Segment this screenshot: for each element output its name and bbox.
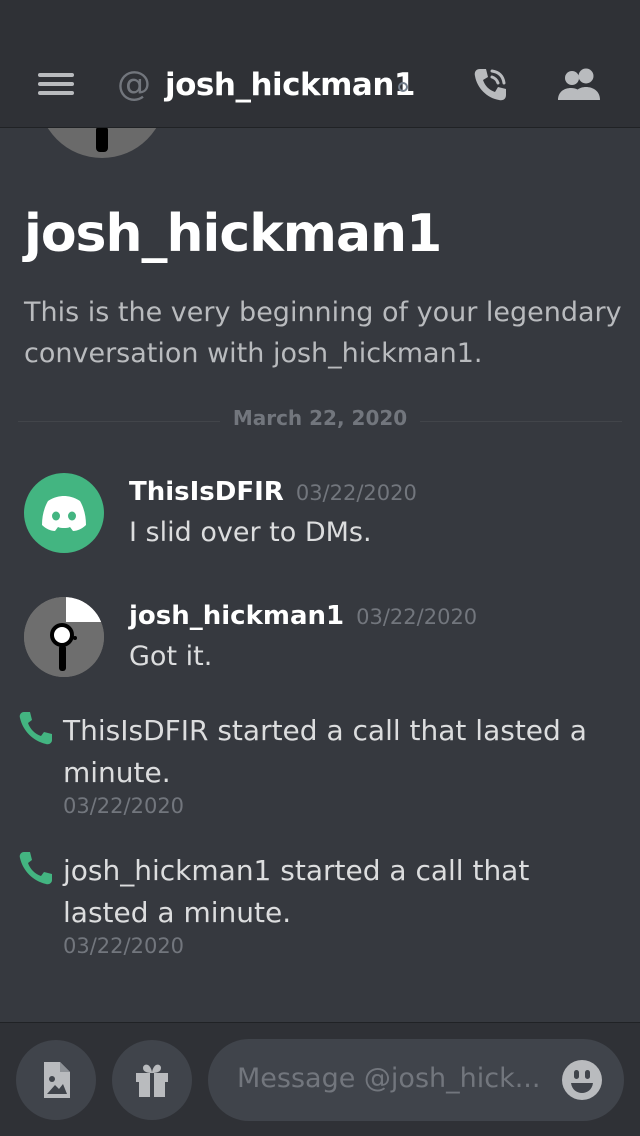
- dm-intro-text: This is the very beginning of your legen…: [24, 297, 622, 369]
- gift-button[interactable]: [112, 1040, 192, 1120]
- message-input[interactable]: Message @josh_hick...: [208, 1039, 624, 1121]
- call-system-message: josh_hickman1 started a call that lasted…: [0, 850, 640, 965]
- message-content: I slid over to DMs.: [129, 517, 372, 548]
- upload-image-button[interactable]: [16, 1040, 96, 1120]
- avatar[interactable]: [24, 597, 104, 677]
- message-author[interactable]: ThisIsDFIR: [129, 477, 284, 507]
- status-indicator-icon: [398, 82, 408, 92]
- magnifier-avatar-icon: [24, 597, 104, 677]
- emoji-icon[interactable]: [561, 1059, 603, 1101]
- phone-icon: [19, 712, 53, 745]
- at-icon: @: [117, 64, 151, 104]
- call-message-text: ThisIsDFIR started a call that lasted a …: [63, 714, 587, 789]
- message-timestamp: 03/22/2020: [295, 481, 417, 505]
- image-file-icon: [44, 1062, 70, 1098]
- message-composer: Message @josh_hick...: [0, 1022, 640, 1136]
- message-content: Got it.: [129, 641, 213, 672]
- menu-icon[interactable]: [38, 73, 74, 95]
- avatar[interactable]: [24, 473, 104, 553]
- header-title[interactable]: josh_hickman1: [165, 62, 416, 108]
- gift-icon: [136, 1064, 168, 1097]
- date-divider: March 22, 2020: [18, 404, 622, 438]
- channel-header: @ josh_hickman1: [0, 40, 640, 128]
- members-icon[interactable]: [556, 66, 604, 104]
- message-input-placeholder: Message @josh_hick...: [237, 1063, 541, 1094]
- call-message-text: josh_hickman1 started a call that lasted…: [63, 854, 530, 929]
- message: ThisIsDFIR 03/22/2020 I slid over to DMs.: [0, 473, 640, 563]
- message-author[interactable]: josh_hickman1: [129, 601, 344, 631]
- message: josh_hickman1 03/22/2020 Got it.: [0, 597, 640, 687]
- call-message-timestamp: 03/22/2020: [63, 934, 185, 958]
- discord-logo-icon: [42, 496, 86, 531]
- call-system-message: ThisIsDFIR started a call that lasted a …: [0, 710, 640, 825]
- phone-icon: [19, 852, 53, 885]
- dm-title: josh_hickman1: [24, 204, 442, 264]
- status-bar: [0, 0, 640, 40]
- message-timestamp: 03/22/2020: [356, 605, 478, 629]
- call-message-timestamp: 03/22/2020: [63, 794, 185, 818]
- voice-call-icon[interactable]: [470, 65, 510, 105]
- date-divider-label: March 22, 2020: [232, 406, 408, 430]
